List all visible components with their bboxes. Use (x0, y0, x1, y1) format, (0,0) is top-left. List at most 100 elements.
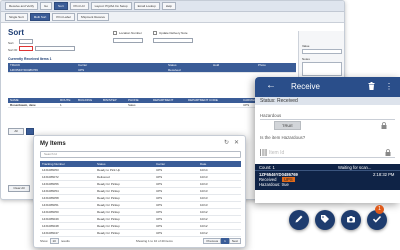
next-page-button[interactable]: Next (228, 238, 241, 244)
page-title: Sort (8, 28, 24, 37)
single-sort-button[interactable]: Single Sort (5, 13, 28, 21)
cell: Ready for Pickup (97, 224, 120, 228)
cell: 1ZJ1086053 (42, 168, 59, 172)
cell: 10/13 (200, 189, 208, 193)
cell: 1ZJ1086047 (42, 231, 59, 235)
pencil-icon (294, 211, 304, 229)
clear-all-button[interactable]: Clear All (8, 185, 30, 192)
panel-label: Notes (302, 57, 310, 61)
table-row[interactable]: 1ZJ1086049 Ready for Pickup UPS 10/12 (40, 216, 241, 223)
sort-field[interactable] (19, 39, 33, 44)
cell: UPS (156, 224, 163, 228)
toolbar-button-sort[interactable]: Sort (54, 2, 68, 10)
item-id-input[interactable]: Item Id (269, 150, 284, 156)
cell: Ready for Pickup (97, 182, 120, 186)
status-cell: Received (168, 68, 181, 72)
shipment-receive-button[interactable]: Shipment Receive (76, 13, 110, 21)
cell: UPS (156, 196, 163, 200)
table-row[interactable]: 1ZJ1086053 Ready to Pick Up UPS 10/14 (40, 167, 241, 174)
route-cell: 1 (60, 103, 62, 107)
divider (260, 157, 395, 158)
more-vert-icon[interactable]: ⋮ (385, 82, 393, 91)
toolbar-button[interactable]: Email Lookup (133, 2, 160, 10)
location-checkbox[interactable] (113, 31, 117, 35)
table-row[interactable]: 1ZJ1086051 Ready for Pickup UPS 10/13 (40, 202, 241, 209)
lock-icon (381, 122, 387, 131)
department-cell (151, 103, 186, 107)
lock-icon (385, 149, 391, 158)
edit-button[interactable] (289, 210, 309, 230)
cell: 1ZJ1086049 (42, 217, 59, 221)
my-items-title: My Items (40, 141, 66, 147)
cell: 1ZJ1086048 (42, 224, 59, 228)
tab-active[interactable] (26, 128, 34, 135)
sort-id-field[interactable] (19, 46, 33, 51)
page-number-button[interactable]: 1 (221, 238, 229, 244)
table-row[interactable]: 1ZJ1086050 Ready for Pickup UPS 10/12 (40, 209, 241, 216)
table-row[interactable]: 1ZF6546YD0486769 UPS Received (8, 68, 296, 73)
cell: UPS (156, 210, 163, 214)
page-size-select[interactable]: 10 (49, 238, 59, 244)
cell: UPS (156, 168, 163, 172)
table-row[interactable]: Rosenbaum, Jane 1 Sales UPS (8, 103, 296, 108)
table-row[interactable]: 1ZJ1086058 Ready for Pickup UPS 10/13 (40, 195, 241, 202)
cell: Ready for Pickup (97, 231, 120, 235)
toolbar-button[interactable]: Help (161, 2, 176, 10)
photo-cell (256, 68, 296, 72)
receive-title: Receive (291, 82, 320, 91)
panel-field[interactable] (302, 62, 342, 76)
hazardous-true-button[interactable]: TRUE (274, 121, 301, 130)
previous-page-button[interactable]: Previous (203, 238, 222, 244)
print-label-button[interactable]: Print Label (52, 13, 75, 21)
table-row[interactable]: 1ZJ1086072 Delivered UPS 10/13 (40, 174, 241, 181)
update-field[interactable] (153, 38, 193, 43)
tag-button[interactable] (315, 210, 335, 230)
toolbar-button[interactable]: Go (40, 2, 53, 10)
update-checkbox[interactable] (153, 31, 157, 35)
table-row[interactable]: 1ZJ1086047 Ready for Pickup UPS 10/12 (40, 230, 241, 237)
tracking-cell: 1ZF6546YD0486769 (10, 68, 38, 72)
multi-sort-button[interactable]: Multi Sort (29, 13, 51, 21)
building-cell (76, 103, 101, 107)
location-field[interactable] (113, 38, 143, 43)
location-label: Location Number (119, 31, 142, 35)
toolbar-button[interactable]: Print Lbl (69, 2, 89, 10)
trash-icon[interactable] (368, 82, 375, 92)
notification-badge: 1 (375, 205, 384, 214)
name-cell: Rosenbaum, Jane (10, 103, 36, 107)
camera-button[interactable] (341, 210, 361, 230)
table-row[interactable]: 1ZJ1086056 Ready for Pickup UPS 10/13 (40, 181, 241, 188)
received-items-title: Currently Received Items 1 (8, 57, 52, 61)
panel-field[interactable] (302, 49, 342, 54)
sort-id-label: Sort ID (8, 48, 18, 52)
cell: 1ZJ1086072 (42, 175, 59, 179)
show-label: Show (40, 239, 48, 243)
cell: Ready to Pick Up (97, 168, 121, 172)
hazardous-status: Hazardous: true (259, 182, 289, 187)
table-row[interactable]: 1ZJ1086054 Ready for Pickup UPS 10/13 (40, 188, 241, 195)
cell: 1ZJ1086050 (42, 210, 59, 214)
table-row[interactable]: 1ZJ1086048 Ready for Pickup UPS 10/12 (40, 223, 241, 230)
update-label: Update Delivery Note (159, 31, 188, 35)
sort-id-value[interactable] (35, 46, 75, 51)
cell: UPS (156, 203, 163, 207)
tab-all[interactable]: All (8, 128, 24, 135)
divider (255, 170, 400, 171)
tag-icon (320, 211, 330, 229)
department-code-cell (186, 103, 241, 107)
refresh-icon[interactable]: ↻ (224, 140, 229, 146)
cell: 10/12 (200, 210, 208, 214)
cell: 1ZJ1086056 (42, 182, 59, 186)
toolbar-button[interactable]: Layout: PQ/Ad.Inv Setup (90, 2, 132, 10)
sort-label: Sort (8, 41, 14, 45)
back-arrow-icon[interactable]: ← (266, 81, 276, 91)
toolbar-button[interactable]: Receive and Verify (5, 2, 39, 10)
search-input[interactable]: Search Id (40, 151, 241, 158)
close-icon[interactable]: ✕ (234, 140, 239, 146)
cell: UPS (156, 182, 163, 186)
cell: 10/13 (200, 203, 208, 207)
main-toolbar: Receive and Verify Go Sort Print Lbl Lay… (1, 1, 344, 12)
items-footer: Show 10 results Showing 1 to 10 of 40 it… (40, 237, 241, 245)
cell: 10/13 (200, 196, 208, 200)
cell: Delivered (97, 175, 110, 179)
